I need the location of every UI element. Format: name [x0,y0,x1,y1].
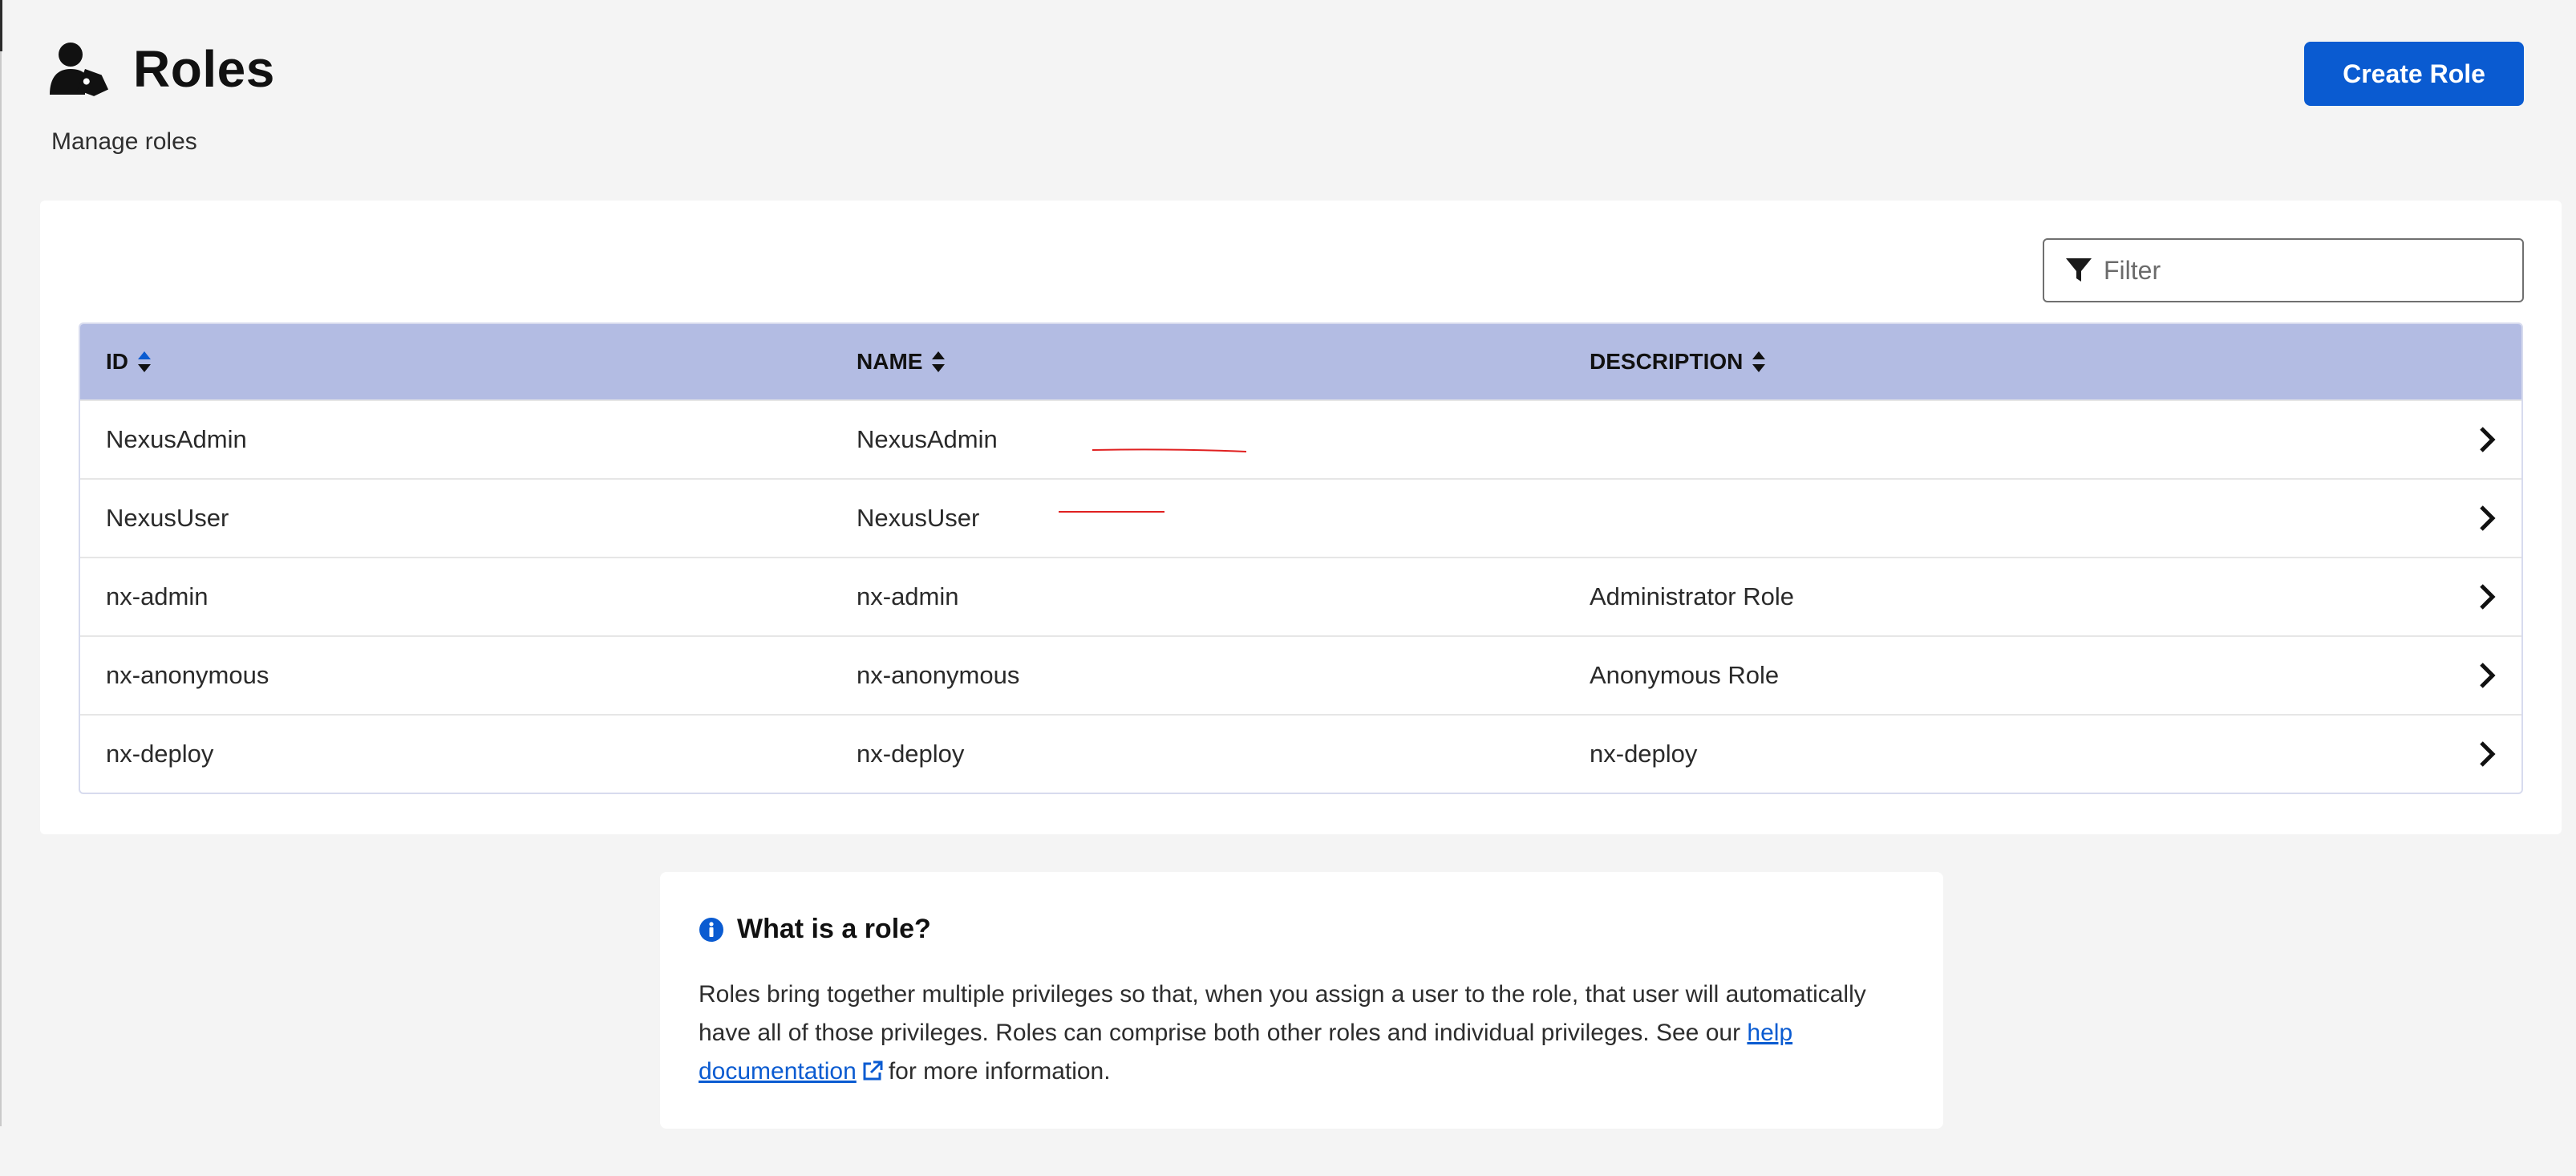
role-id-cell: nx-anonymous [106,661,269,689]
role-description-cell: Administrator Role [1590,582,1794,610]
table-row[interactable]: NexusAdmin NexusAdmin [80,399,2521,478]
info-body-text: Roles bring together multiple privileges… [699,981,1866,1046]
role-id-cell: nx-deploy [106,740,214,768]
chevron-right-icon[interactable] [2478,425,2497,454]
chevron-right-icon[interactable] [2478,582,2497,611]
user-tag-icon [50,43,109,96]
filter-field[interactable] [2043,238,2524,302]
table-row[interactable]: NexusUser NexusUser [80,478,2521,557]
column-header-name[interactable]: NAME [857,349,946,375]
filter-input[interactable] [2104,255,2505,286]
role-name-cell: nx-admin [857,582,959,610]
role-id-cell: NexusAdmin [106,425,247,453]
role-name-cell: NexusAdmin [857,425,998,453]
chevron-right-icon[interactable] [2478,740,2497,768]
role-name-cell: nx-deploy [857,740,965,768]
info-body-suffix: for more information. [888,1058,1111,1085]
red-annotation-stroke [1092,448,1247,452]
filter-icon [2066,258,2092,282]
page-header: Roles [50,42,275,96]
info-card: What is a role? Roles bring together mul… [660,872,1943,1129]
roles-table: ID NAME DESCRIPTION NexusAdmin NexusAdmi… [79,322,2523,794]
role-description-cell: nx-deploy [1590,740,1698,768]
column-header-description[interactable]: DESCRIPTION [1590,349,1767,375]
role-name-cell: NexusUser [857,504,980,532]
sort-icon [932,351,946,372]
red-annotation-stroke [1059,511,1164,513]
table-row[interactable]: nx-deploy nx-deploy nx-deploy [80,714,2521,793]
page-title: Roles [133,40,275,98]
table-header: ID NAME DESCRIPTION [80,324,2521,399]
window-edge [0,0,2,1126]
column-header-id[interactable]: ID [106,349,152,375]
create-role-button[interactable]: Create Role [2304,42,2524,106]
info-body: Roles bring together multiple privileges… [699,975,1910,1091]
page-subtitle: Manage roles [51,128,197,155]
table-row[interactable]: nx-anonymous nx-anonymous Anonymous Role [80,635,2521,714]
role-description-cell: Anonymous Role [1590,661,1780,689]
role-name-cell: nx-anonymous [857,661,1020,689]
chevron-right-icon[interactable] [2478,504,2497,533]
roles-panel: ID NAME DESCRIPTION [40,201,2562,834]
window-edge-accent [0,0,2,51]
column-header-label: NAME [857,349,923,374]
role-id-cell: nx-admin [106,582,209,610]
column-header-label: DESCRIPTION [1590,349,1744,374]
roles-page: Roles Manage roles Create Role ID NAME [0,0,2576,1176]
table-row[interactable]: nx-admin nx-admin Administrator Role [80,557,2521,635]
role-id-cell: NexusUser [106,504,229,532]
info-title: What is a role? [737,914,931,944]
column-header-label: ID [106,349,128,374]
sort-ascending-icon [138,351,151,372]
external-link-icon[interactable] [861,1060,884,1082]
sort-icon [1752,351,1766,372]
info-icon [699,917,723,942]
info-header: What is a role? [699,914,1905,945]
chevron-right-icon[interactable] [2478,661,2497,690]
